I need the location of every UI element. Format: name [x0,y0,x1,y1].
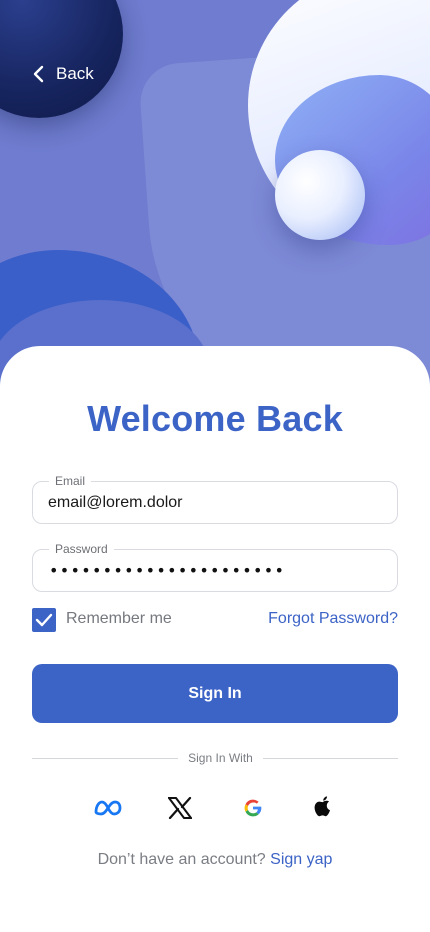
hero-sphere [275,150,365,240]
apple-login-button[interactable] [307,792,339,824]
google-login-button[interactable] [237,792,269,824]
email-field[interactable]: Email [32,474,398,524]
password-field[interactable]: Password •••••••••••••••••••••• [32,542,398,592]
back-circle-background [0,0,123,118]
divider-line [263,758,398,759]
sign-up-prompt-text: Don’t have an account? [97,851,266,868]
meta-icon [94,800,122,816]
email-input[interactable] [48,482,378,523]
x-icon [168,797,192,819]
password-input[interactable]: •••••••••••••••••••••• [49,560,285,582]
divider-line [32,758,178,759]
sign-up-prompt: Don’t have an account? Sign yap [0,851,430,869]
remember-me-checkbox[interactable] [32,608,56,632]
meta-login-button[interactable] [92,792,124,824]
google-icon [244,799,262,817]
sign-in-button[interactable]: Sign In [32,664,398,723]
remember-me-label: Remember me [66,610,172,627]
hero-banner: Back [0,0,430,400]
checkmark-icon [35,613,53,627]
forgot-password-link[interactable]: Forgot Password? [268,610,398,628]
apple-icon [314,796,330,817]
x-login-button[interactable] [164,792,196,824]
back-label: Back [56,64,94,83]
password-label: Password [49,542,114,556]
sign-in-with-label: Sign In With [188,751,253,765]
sign-up-link[interactable]: Sign yap [270,851,332,868]
chevron-left-icon [33,65,44,83]
page-title: Welcome Back [87,398,343,439]
back-button[interactable]: Back [32,60,94,88]
